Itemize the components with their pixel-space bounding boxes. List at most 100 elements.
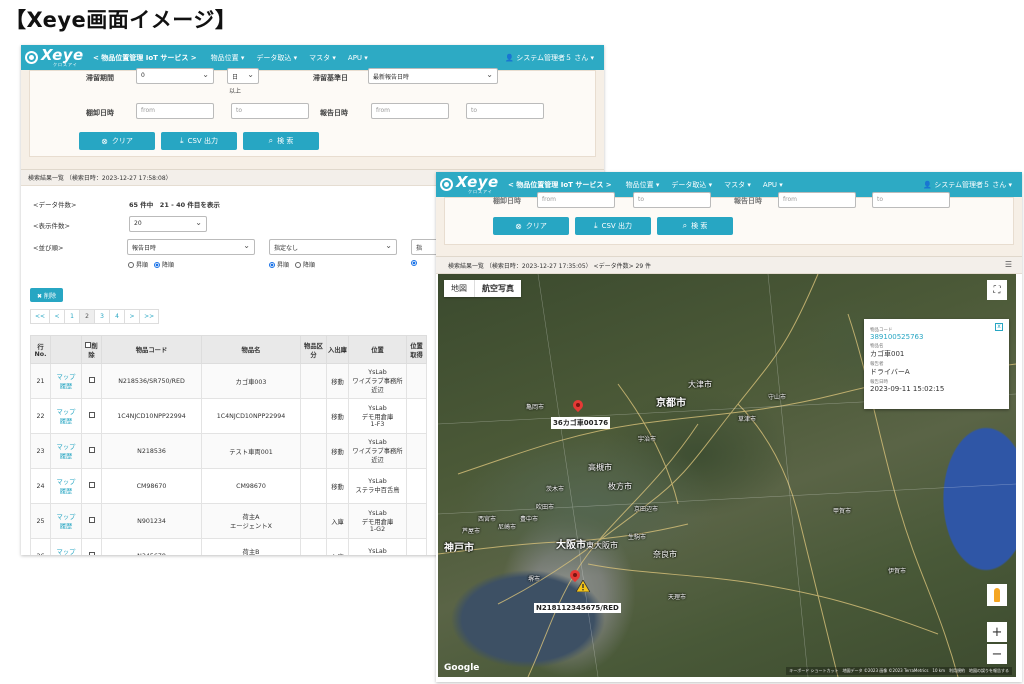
map-link[interactable]: マップ bbox=[52, 372, 80, 381]
history-link[interactable]: 履歴 bbox=[52, 381, 80, 390]
stay-base-select[interactable]: 最新報告日時 bbox=[368, 68, 498, 84]
nav-brand-2[interactable]: < 物品位置管理 IoT サービス > bbox=[508, 180, 612, 190]
sort1-asc-radio[interactable] bbox=[128, 262, 134, 268]
map-link[interactable]: マップ bbox=[52, 512, 80, 521]
results-table: 行 No. 削除 物品コード 物品名 物品区分 入出庫 位置 位置取得 21 マッ… bbox=[30, 335, 427, 555]
row-position-time bbox=[406, 363, 427, 399]
row-checkbox[interactable] bbox=[88, 377, 95, 383]
desc-label: 降順 bbox=[303, 262, 316, 269]
city-label: 大阪市 bbox=[556, 540, 586, 551]
sort1-desc-radio[interactable] bbox=[154, 262, 161, 268]
row-checkbox[interactable] bbox=[88, 482, 95, 488]
row-delete-checkbox bbox=[81, 503, 102, 539]
stay-suffix: 以上 bbox=[229, 88, 242, 95]
table-row: 26マップ履歴 N345678荷主B エージェントY 入庫YsLab デモ用倉庫 bbox=[30, 538, 427, 555]
city-label: 草津市 bbox=[738, 416, 757, 423]
sort2-asc-radio[interactable] bbox=[269, 262, 275, 268]
city-label: 尼崎市 bbox=[498, 524, 517, 531]
stay-period-select[interactable]: 0 bbox=[136, 68, 214, 84]
street-view-pegman-icon[interactable] bbox=[987, 584, 1007, 606]
user-menu[interactable]: 👤 システム管理者５ さん ▾ bbox=[505, 53, 594, 63]
col-name: 物品名 bbox=[201, 335, 301, 364]
page-2[interactable]: 2 bbox=[79, 309, 96, 324]
map-attribution[interactable]: キーボード ショートカット 地図データ ©2023 画像 ©2023 Terra… bbox=[786, 667, 1012, 675]
satellite-map[interactable]: 地図 航空写真 ⛶ 京都市 大津市 高槻市 枚方市 大阪市 東大阪市 奈良市 神… bbox=[438, 274, 1016, 677]
zoom-out-button[interactable]: − bbox=[987, 644, 1007, 664]
report-from-input-2[interactable]: from bbox=[778, 192, 856, 208]
history-link[interactable]: 履歴 bbox=[52, 521, 80, 530]
sort3-asc-radio[interactable] bbox=[411, 260, 417, 266]
map-link[interactable]: マップ bbox=[52, 477, 80, 486]
report-to-input-2[interactable]: to bbox=[872, 192, 950, 208]
clear-button[interactable]: ⊗ クリア bbox=[79, 132, 155, 150]
report-from-input[interactable]: from bbox=[371, 103, 449, 119]
col-row-no: 行 No. bbox=[30, 335, 51, 364]
sort1-select[interactable]: 報告日時 bbox=[127, 239, 255, 255]
list-icon[interactable]: ☰ bbox=[1005, 260, 1012, 269]
page-next[interactable]: > bbox=[124, 309, 141, 324]
row-checkbox[interactable] bbox=[88, 412, 95, 418]
fullscreen-icon[interactable]: ⛶ bbox=[987, 280, 1007, 300]
history-link[interactable]: 履歴 bbox=[52, 451, 80, 460]
sort2-desc-radio[interactable] bbox=[295, 262, 302, 268]
stay-unit-select[interactable]: 日 bbox=[227, 68, 259, 84]
page-4[interactable]: 4 bbox=[109, 309, 126, 324]
inventory-from-input[interactable]: from bbox=[136, 103, 214, 119]
nav-item-import[interactable]: データ取込 ▾ bbox=[256, 53, 297, 63]
nav-brand[interactable]: < 物品位置管理 IoT サービス > bbox=[93, 53, 197, 63]
csv-button[interactable]: ⤓ CSV 出力 bbox=[161, 132, 237, 150]
nav-item-import-2[interactable]: データ取込 ▾ bbox=[671, 180, 712, 190]
history-link[interactable]: 履歴 bbox=[52, 486, 80, 495]
nav-item-master[interactable]: マスタ ▾ bbox=[309, 53, 336, 63]
col-position-time: 位置取得 bbox=[406, 335, 427, 364]
row-name: 荷主B エージェントY bbox=[201, 538, 301, 555]
row-checkbox[interactable] bbox=[88, 552, 95, 555]
search-button-2[interactable]: ⌕ 検 索 bbox=[657, 217, 733, 235]
nav-item-apu[interactable]: APU ▾ bbox=[348, 54, 368, 62]
map-marker[interactable] bbox=[573, 400, 583, 414]
user-menu-2[interactable]: 👤 システム管理者５ さん ▾ bbox=[923, 180, 1012, 190]
csv-button-label: CSV 出力 bbox=[601, 222, 632, 230]
map-type-map[interactable]: 地図 bbox=[444, 280, 474, 297]
map-link[interactable]: マップ bbox=[52, 547, 80, 555]
close-icon[interactable]: x bbox=[995, 323, 1003, 331]
page-last[interactable]: >> bbox=[139, 309, 160, 324]
row-io: 移動 bbox=[326, 398, 349, 434]
inventory-to-input[interactable]: to bbox=[231, 103, 309, 119]
nav-item-location-2[interactable]: 物品位置 ▾ bbox=[626, 180, 660, 190]
table-row: 21 マップ 履歴 N218536/SR750/RED カゴ車003 移動 YsLab ワイ… bbox=[30, 363, 427, 399]
nav-item-apu-2[interactable]: APU ▾ bbox=[763, 181, 783, 189]
row-delete-checkbox bbox=[81, 363, 102, 399]
inventory-from-input-2[interactable]: from bbox=[537, 192, 615, 208]
clear-button-2[interactable]: ⊗ クリア bbox=[493, 217, 569, 235]
report-to-input[interactable]: to bbox=[466, 103, 544, 119]
inventory-to-input-2[interactable]: to bbox=[633, 192, 711, 208]
nav-item-master-2[interactable]: マスタ ▾ bbox=[724, 180, 751, 190]
table-row: 23 マップ 履歴 N218536 テスト車両001 移動 YsLab ワイズラブ事務所近辺 bbox=[30, 433, 427, 469]
info-person-value: ドライバーA bbox=[870, 368, 910, 376]
page-first[interactable]: << bbox=[30, 309, 51, 324]
xeye-logo-2[interactable]: Xeye クロスアイ bbox=[440, 175, 508, 194]
info-code-value[interactable]: 389100525763 bbox=[870, 333, 1003, 341]
per-page-select[interactable]: 20 bbox=[129, 216, 207, 232]
sort2-select[interactable]: 指定なし bbox=[269, 239, 397, 255]
city-label: 豊中市 bbox=[520, 516, 539, 523]
nav-item-location[interactable]: 物品位置 ▾ bbox=[211, 53, 245, 63]
xeye-logo[interactable]: Xeye クロスアイ bbox=[25, 48, 93, 67]
map-type-aerial[interactable]: 航空写真 bbox=[474, 280, 521, 297]
map-link[interactable]: マップ bbox=[52, 407, 80, 416]
page-3[interactable]: 3 bbox=[94, 309, 111, 324]
data-count-value: 65 件中 21 - 40 件目を表示 bbox=[129, 201, 220, 209]
search-button[interactable]: ⌕ 検 索 bbox=[243, 132, 319, 150]
delete-button[interactable]: ✖ 削除 bbox=[30, 288, 63, 302]
page-1[interactable]: 1 bbox=[64, 309, 81, 324]
history-link[interactable]: 履歴 bbox=[52, 416, 80, 425]
row-checkbox[interactable] bbox=[88, 447, 95, 453]
row-checkbox[interactable] bbox=[88, 517, 95, 523]
asc-label: 昇順 bbox=[277, 262, 290, 269]
search-icon: ⌕ bbox=[682, 221, 688, 230]
zoom-in-button[interactable]: + bbox=[987, 622, 1007, 642]
csv-button-2[interactable]: ⤓ CSV 出力 bbox=[575, 217, 651, 235]
page-prev[interactable]: < bbox=[49, 309, 66, 324]
map-link[interactable]: マップ bbox=[52, 442, 80, 451]
